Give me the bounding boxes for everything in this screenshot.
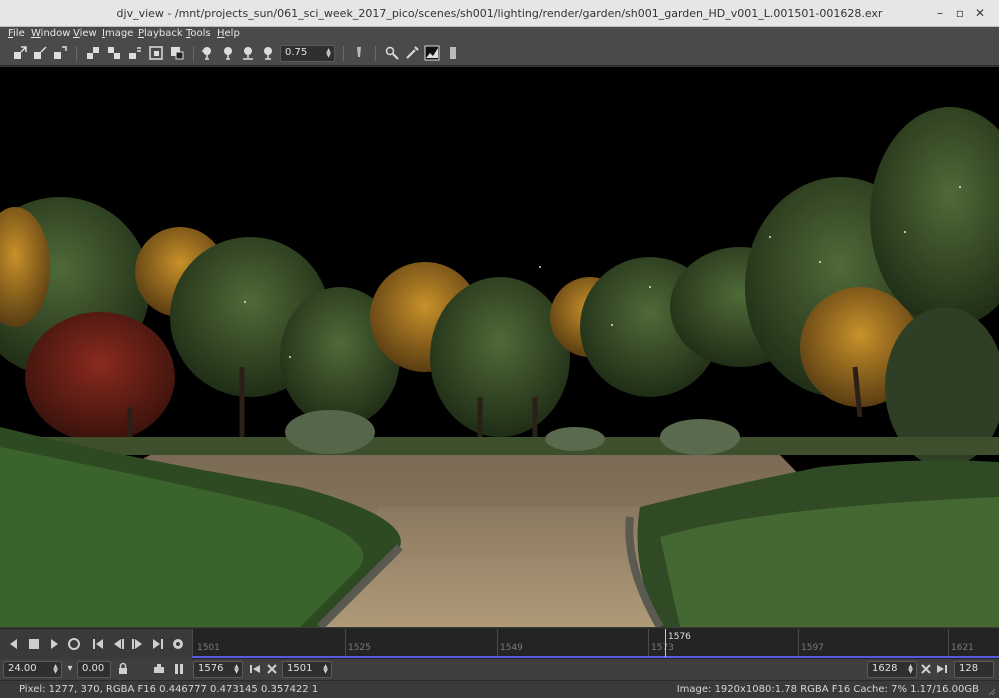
loop-icon[interactable] bbox=[66, 637, 82, 651]
image-viewport[interactable] bbox=[0, 67, 999, 627]
timeline-tick bbox=[798, 629, 799, 657]
image-info: Image: 1920x1080:1.78 RGBA F16 Cache: 7%… bbox=[676, 684, 979, 695]
timeline-tick-label: 1501 bbox=[197, 643, 220, 653]
frame-spinner[interactable]: ▲ ▼ bbox=[233, 664, 240, 675]
prev-frame-icon[interactable] bbox=[110, 637, 126, 651]
go-end-icon[interactable] bbox=[150, 637, 166, 651]
menu-playback[interactable]: Playback bbox=[138, 27, 183, 41]
zoom-in-icon[interactable] bbox=[200, 45, 216, 61]
view-reset-icon[interactable] bbox=[169, 45, 185, 61]
next-frame-icon[interactable] bbox=[130, 637, 146, 651]
mirror-v-icon[interactable] bbox=[106, 45, 122, 61]
fps-spinner[interactable]: ▲ ▼ bbox=[52, 664, 59, 675]
menu-help[interactable]: Help bbox=[217, 27, 240, 41]
zoom-reset-icon[interactable] bbox=[240, 45, 256, 61]
stop-icon[interactable] bbox=[26, 637, 42, 651]
playhead[interactable] bbox=[665, 629, 666, 657]
pixel-info: Pixel: 1277, 370, RGBA F16 0.446777 0.47… bbox=[19, 684, 319, 695]
in-point-value: 1501 bbox=[287, 663, 313, 674]
set-in-point-icon[interactable] bbox=[248, 662, 262, 676]
menu-window[interactable]: Window bbox=[31, 27, 70, 41]
timeline-tick bbox=[497, 629, 498, 657]
menu-tools[interactable]: Tools bbox=[186, 27, 211, 41]
fps-value: 24.00 bbox=[8, 663, 37, 674]
set-out-point-icon[interactable] bbox=[935, 662, 949, 676]
garden-render-image bbox=[0, 67, 999, 627]
duration-value: 128 bbox=[959, 663, 979, 674]
in-point-input[interactable]: 1501 ▲ ▼ bbox=[282, 661, 332, 678]
timeline-tick bbox=[648, 629, 649, 657]
zoom-spinner[interactable]: ▲ ▼ bbox=[325, 48, 332, 59]
pause-icon[interactable] bbox=[172, 662, 186, 676]
zoom-input[interactable]: 0.75 ▲ ▼ bbox=[280, 45, 335, 62]
menu-image[interactable]: Image bbox=[102, 27, 133, 41]
out-point-value: 1628 bbox=[872, 663, 898, 674]
every-frame-icon[interactable] bbox=[170, 637, 186, 651]
magnify-icon[interactable] bbox=[384, 45, 400, 61]
current-frame-value: 1576 bbox=[198, 663, 224, 674]
timeline-tick-label: 1621 bbox=[951, 643, 974, 653]
fps-dropdown-icon[interactable]: ▾ bbox=[63, 662, 77, 676]
timeline-tick bbox=[192, 629, 193, 657]
status-bar: Pixel: 1277, 370, RGBA F16 0.446777 0.47… bbox=[0, 680, 999, 698]
frame-step-icon[interactable] bbox=[152, 662, 166, 676]
clear-out-point-icon[interactable] bbox=[919, 662, 933, 676]
fit-window-icon[interactable] bbox=[12, 45, 28, 61]
timeline-tick-label: 1549 bbox=[500, 643, 523, 653]
fit-image-icon[interactable] bbox=[127, 45, 143, 61]
zoom-out-icon[interactable] bbox=[220, 45, 236, 61]
toolbar-separator bbox=[343, 46, 344, 61]
play-reverse-icon[interactable] bbox=[6, 637, 22, 651]
mirror-h-icon[interactable] bbox=[85, 45, 101, 61]
speed-display: 0.00 bbox=[77, 661, 111, 678]
zoom-value: 0.75 bbox=[285, 47, 308, 58]
lock-icon[interactable] bbox=[116, 662, 130, 676]
out-point-spinner[interactable]: ▲ ▼ bbox=[907, 664, 914, 675]
speed-value: 0.00 bbox=[82, 663, 105, 674]
maximize-button[interactable]: ▫ bbox=[950, 4, 970, 22]
timeline-tick bbox=[948, 629, 949, 657]
minimize-button[interactable]: – bbox=[930, 4, 950, 22]
color-picker-icon[interactable] bbox=[404, 45, 420, 61]
histogram-icon[interactable] bbox=[424, 45, 440, 61]
fps-input[interactable]: 24.00 ▲ ▼ bbox=[3, 661, 62, 678]
toolbar: 0.75 ▲ ▼ bbox=[0, 41, 999, 66]
toolbar-separator bbox=[375, 46, 376, 61]
shrub bbox=[285, 410, 375, 454]
lawn bbox=[0, 437, 999, 455]
duration-display: 128 bbox=[954, 661, 994, 678]
timeline-bar: 1501 1525 1549 1573 1597 1621 1576 bbox=[0, 628, 999, 659]
zoom-fit-icon[interactable] bbox=[260, 45, 276, 61]
window-titlebar: djv_view - /mnt/projects_sun/061_sci_wee… bbox=[0, 0, 999, 27]
window-title: djv_view - /mnt/projects_sun/061_sci_wee… bbox=[116, 7, 883, 20]
toolbar-separator bbox=[193, 46, 194, 61]
in-point-spinner[interactable]: ▲ ▼ bbox=[322, 664, 329, 675]
display-profile-icon[interactable] bbox=[351, 45, 367, 61]
cache-indicator bbox=[192, 656, 999, 658]
menu-bar: File Window View Image Playback Tools He… bbox=[0, 27, 999, 41]
go-start-icon[interactable] bbox=[90, 637, 106, 651]
play-forward-icon[interactable] bbox=[46, 637, 62, 651]
fullscreen-icon[interactable] bbox=[52, 45, 68, 61]
out-point-input[interactable]: 1628 ▲ ▼ bbox=[867, 661, 917, 678]
resize-grip-icon[interactable] bbox=[986, 686, 996, 696]
close-button[interactable]: ✕ bbox=[970, 4, 990, 22]
menu-view[interactable]: View bbox=[73, 27, 97, 41]
timeline-tick bbox=[345, 629, 346, 657]
timeline-tick-label: 1573 bbox=[651, 643, 674, 653]
info-icon[interactable] bbox=[445, 45, 461, 61]
playback-controls: 24.00 ▲ ▼ ▾ 0.00 1576 ▲ ▼ 1501 ▲ ▼ 1628 ▲ ▼ … bbox=[0, 659, 999, 680]
resize-window-icon[interactable] bbox=[32, 45, 48, 61]
playhead-frame-label: 1576 bbox=[668, 632, 691, 642]
clear-in-point-icon[interactable] bbox=[265, 662, 279, 676]
toolbar-separator bbox=[76, 46, 77, 61]
timeline-tick-label: 1525 bbox=[348, 643, 371, 653]
view-center-icon[interactable] bbox=[148, 45, 164, 61]
frame-slider[interactable]: 1501 1525 1549 1573 1597 1621 1576 bbox=[192, 629, 999, 659]
timeline-tick-label: 1597 bbox=[801, 643, 824, 653]
menu-file[interactable]: File bbox=[8, 27, 25, 41]
current-frame-input[interactable]: 1576 ▲ ▼ bbox=[193, 661, 243, 678]
